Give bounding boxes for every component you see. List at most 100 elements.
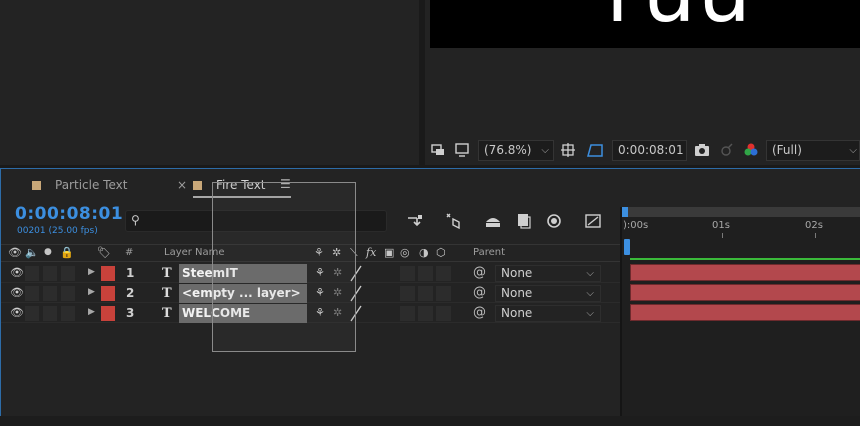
work-area-start-handle[interactable] bbox=[622, 207, 628, 217]
ruler-tick bbox=[815, 233, 816, 238]
layer-duration-bar-1[interactable] bbox=[630, 264, 860, 281]
layer-duration-bar-2[interactable] bbox=[630, 284, 860, 301]
label-color[interactable] bbox=[101, 286, 115, 301]
current-time-indicator[interactable] bbox=[624, 239, 630, 255]
comp-preview-text: ruu bbox=[606, 0, 753, 34]
tab-label: Particle Text bbox=[55, 178, 128, 192]
adjustment-layer-icon[interactable]: ◑ bbox=[419, 246, 429, 259]
ruler-tick bbox=[722, 233, 723, 238]
solo-toggle[interactable] bbox=[43, 266, 57, 281]
audio-toggle[interactable] bbox=[25, 286, 39, 301]
layer-number: 3 bbox=[126, 306, 135, 320]
frame-blend-switch[interactable] bbox=[400, 286, 415, 301]
zoom-value: (76.8%) bbox=[484, 143, 532, 157]
lock-toggle[interactable] bbox=[61, 286, 75, 301]
text-layer-icon: T bbox=[162, 306, 172, 321]
label-icon[interactable]: 🏷 bbox=[97, 246, 111, 259]
timeline-tabs: Particle Text × Fire Text ☰ bbox=[1, 169, 860, 199]
expand-arrow-icon[interactable]: ▶ bbox=[88, 307, 95, 317]
viewer-toolbar: (76.8%) ⌵ 0:00:08:01 (Full) ⌵ bbox=[425, 137, 860, 163]
motion-blur-icon[interactable] bbox=[543, 211, 563, 231]
composition-viewer: ruu (76.8%) ⌵ 0:00:08:01 (Full) bbox=[425, 0, 860, 165]
expand-arrow-icon[interactable]: ▶ bbox=[88, 267, 95, 277]
3d-switch[interactable] bbox=[436, 286, 451, 301]
eye-icon[interactable]: 👁 bbox=[10, 306, 24, 319]
current-time-display[interactable]: 0:00:08:01 bbox=[15, 204, 123, 224]
label-color[interactable] bbox=[101, 306, 115, 321]
parent-value: None bbox=[501, 286, 533, 300]
grid-icon[interactable] bbox=[560, 142, 576, 158]
column-parent[interactable]: Parent bbox=[473, 247, 505, 258]
audio-icon[interactable]: 🔈 bbox=[25, 246, 39, 259]
label-color[interactable] bbox=[101, 266, 115, 281]
chevron-down-icon: ⌵ bbox=[586, 268, 594, 279]
effects-icon[interactable]: fx bbox=[366, 246, 376, 259]
motion-blur-switch[interactable] bbox=[418, 286, 433, 301]
timeline-footer bbox=[0, 416, 860, 426]
viewer-timecode[interactable]: 0:00:08:01 bbox=[612, 140, 687, 161]
expand-arrow-icon[interactable]: ▶ bbox=[88, 287, 95, 297]
comp-color-swatch bbox=[32, 181, 41, 190]
chevron-down-icon: ⌵ bbox=[849, 145, 857, 156]
region-icon[interactable] bbox=[430, 142, 446, 158]
motion-blur-switch[interactable] bbox=[418, 266, 433, 281]
eye-icon[interactable]: 👁 bbox=[10, 286, 24, 299]
eye-icon[interactable]: 👁 bbox=[10, 266, 24, 279]
close-icon[interactable]: × bbox=[177, 178, 187, 192]
parent-dropdown[interactable]: None ⌵ bbox=[495, 265, 601, 282]
comp-color-swatch bbox=[193, 181, 202, 190]
graph-editor-icon[interactable] bbox=[583, 211, 603, 231]
audio-toggle[interactable] bbox=[25, 266, 39, 281]
parent-value: None bbox=[501, 266, 533, 280]
lock-icon[interactable]: 🔒 bbox=[60, 246, 74, 259]
frame-blend-icon[interactable]: ▣ bbox=[384, 246, 394, 259]
pickwhip-icon[interactable]: @ bbox=[473, 305, 486, 320]
tab-particle-text[interactable]: Particle Text bbox=[32, 175, 127, 197]
layer-duration-bar-3[interactable] bbox=[630, 304, 860, 321]
column-num[interactable]: # bbox=[125, 247, 133, 258]
frame-blend-switch[interactable] bbox=[400, 306, 415, 321]
solo-toggle[interactable] bbox=[43, 286, 57, 301]
render-cache-bar bbox=[630, 258, 860, 260]
resolution-dropdown[interactable]: (Full) ⌵ bbox=[766, 140, 860, 161]
chevron-down-icon: ⌵ bbox=[541, 145, 549, 156]
layer-number: 2 bbox=[126, 286, 135, 300]
motion-blur-switch[interactable] bbox=[418, 306, 433, 321]
channel-icon[interactable] bbox=[743, 142, 759, 158]
snapshot-icon[interactable] bbox=[694, 142, 710, 158]
time-graph[interactable]: ):00s 01s 02s bbox=[622, 207, 860, 426]
lock-toggle[interactable] bbox=[61, 306, 75, 321]
3d-switch[interactable] bbox=[436, 266, 451, 281]
eye-icon[interactable]: 👁 bbox=[8, 246, 22, 259]
solo-icon[interactable]: ● bbox=[44, 247, 52, 257]
selection-marquee bbox=[212, 182, 356, 352]
shy-layers-icon[interactable] bbox=[483, 211, 503, 231]
frame-rate-display: 00201 (25.00 fps) bbox=[17, 226, 98, 236]
resolution-value: (Full) bbox=[772, 143, 802, 157]
pickwhip-icon[interactable]: @ bbox=[473, 285, 486, 300]
frame-blend-switch[interactable] bbox=[400, 266, 415, 281]
pickwhip-icon[interactable]: @ bbox=[473, 265, 486, 280]
monitor-icon[interactable] bbox=[454, 142, 470, 158]
solo-toggle[interactable] bbox=[43, 306, 57, 321]
chevron-down-icon: ⌵ bbox=[586, 308, 594, 319]
work-area-bar[interactable] bbox=[622, 207, 860, 217]
3d-switch[interactable] bbox=[436, 306, 451, 321]
audio-toggle[interactable] bbox=[25, 306, 39, 321]
3d-layer-icon[interactable]: ⬡ bbox=[436, 246, 446, 259]
draft-3d-icon[interactable] bbox=[444, 211, 464, 231]
ruler-label: 02s bbox=[805, 220, 823, 231]
ruler-label: ):00s bbox=[623, 220, 649, 231]
zoom-dropdown[interactable]: (76.8%) ⌵ bbox=[478, 140, 554, 161]
search-icon: ⚲ bbox=[131, 213, 140, 227]
show-snapshot-icon[interactable] bbox=[719, 142, 735, 158]
parent-dropdown[interactable]: None ⌵ bbox=[495, 305, 601, 322]
parent-dropdown[interactable]: None ⌵ bbox=[495, 285, 601, 302]
motion-blur-column-icon[interactable]: ◎ bbox=[400, 246, 410, 259]
composition-canvas[interactable]: ruu bbox=[430, 0, 860, 48]
lock-toggle[interactable] bbox=[61, 266, 75, 281]
transparency-grid-icon[interactable] bbox=[587, 142, 603, 158]
comp-flowchart-icon[interactable] bbox=[405, 211, 425, 231]
frame-blending-icon[interactable] bbox=[514, 211, 534, 231]
text-layer-icon: T bbox=[162, 266, 172, 281]
